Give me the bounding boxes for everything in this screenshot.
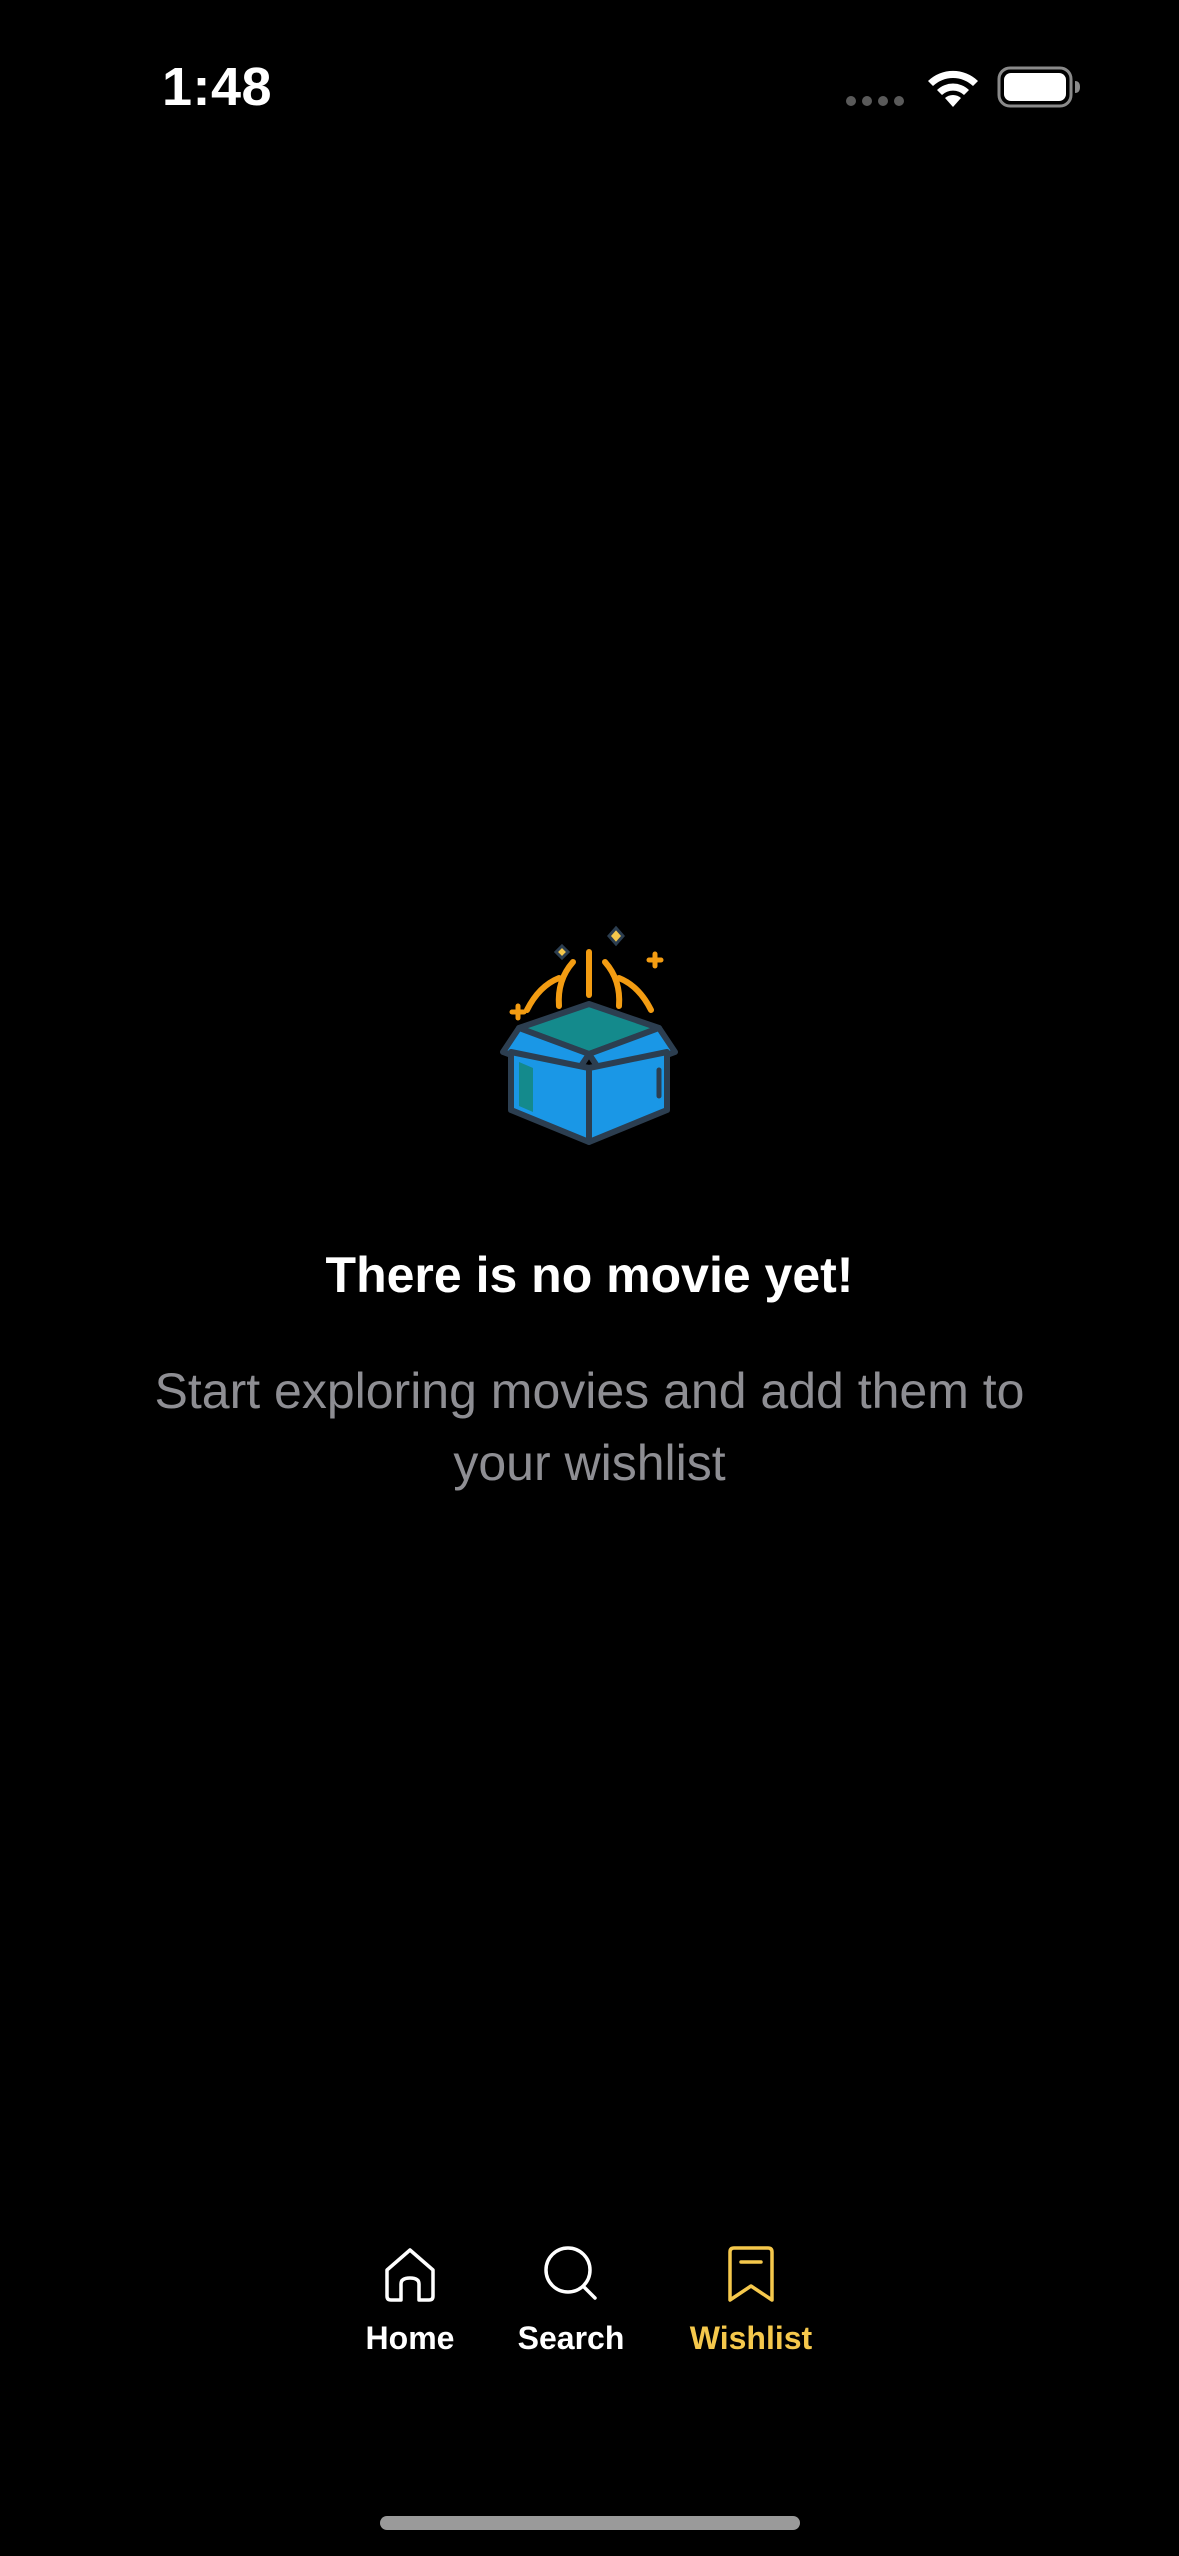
empty-state-subtitle: Start exploring movies and add them to y… bbox=[154, 1363, 1025, 1491]
wifi-icon bbox=[928, 70, 978, 107]
tab-wishlist[interactable]: Wishlist bbox=[666, 2240, 836, 2390]
tab-wishlist-label: Wishlist bbox=[689, 2320, 813, 2356]
tab-home-label: Home bbox=[365, 2320, 455, 2356]
tab-search-label: Search bbox=[517, 2320, 625, 2356]
status-time: 1:48 bbox=[162, 57, 273, 117]
tab-bar: Home Search Wishlist bbox=[0, 2240, 1179, 2400]
bookmark-icon bbox=[728, 2246, 774, 2302]
tab-home[interactable]: Home bbox=[325, 2240, 495, 2390]
home-icon bbox=[385, 2248, 435, 2302]
cellular-signal-icon bbox=[846, 96, 904, 106]
home-indicator[interactable] bbox=[380, 2516, 800, 2530]
empty-state-title: There is no movie yet! bbox=[325, 1247, 854, 1303]
battery-icon bbox=[997, 66, 1080, 108]
status-bar: 1:48 bbox=[0, 0, 1179, 170]
tab-search[interactable]: Search bbox=[486, 2240, 656, 2390]
search-icon bbox=[544, 2246, 597, 2300]
open-box-icon bbox=[500, 925, 678, 1145]
